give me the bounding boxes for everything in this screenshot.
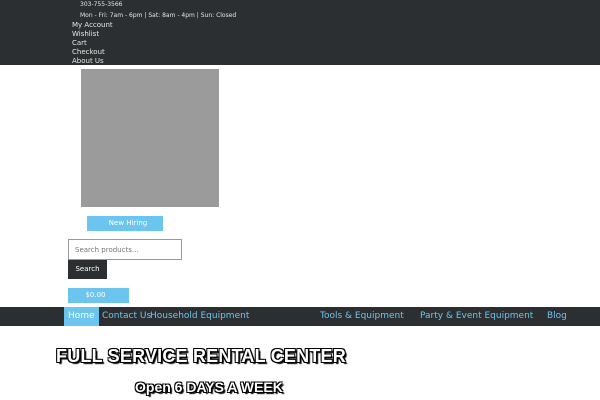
nav-item-tools-and-equipment[interactable]: Tools & Equipment: [320, 307, 408, 326]
phone-number[interactable]: 303-755-3566: [80, 1, 123, 9]
cart-link[interactable]: Cart: [72, 39, 113, 48]
search-input[interactable]: [68, 239, 182, 260]
wishlist-link[interactable]: Wishlist: [72, 30, 113, 39]
nav-item-label: Home: [68, 311, 95, 321]
nav-item-party-event-equipment[interactable]: Party & Event Equipment: [420, 307, 537, 326]
nav-item-label: Blog: [547, 311, 567, 321]
nav-item-contact-us[interactable]: Contact Us: [102, 307, 151, 326]
nav-item-label: Household Equipment: [150, 311, 250, 321]
checkout-link[interactable]: Checkout: [72, 48, 113, 57]
business-hours: Mon - Fri: 7am - 6pm | Sat: 8am - 4pm | …: [80, 12, 237, 19]
new-hiring-label: New Hiring: [108, 219, 148, 227]
nav-item-label: Contact Us: [102, 311, 152, 321]
site-logo[interactable]: [81, 69, 219, 207]
account-links: My Account Wishlist Cart Checkout About …: [72, 21, 113, 66]
about-us-link[interactable]: About Us: [72, 57, 113, 66]
top-bar: 303-755-3566 Mon - Fri: 7am - 6pm | Sat:…: [0, 0, 600, 65]
nav-item-household-equipment[interactable]: Household Equipment: [150, 307, 253, 326]
search-button[interactable]: Search: [68, 260, 107, 279]
cart-total: $0.00: [85, 291, 106, 299]
hero-subtitle: Open 6 DAYS A WEEK: [135, 379, 283, 395]
my-account-link[interactable]: My Account: [72, 21, 113, 30]
new-hiring-button[interactable]: New Hiring: [87, 216, 163, 231]
nav-item-blog[interactable]: Blog: [547, 307, 567, 326]
nav-item-label: Party & Event Equipment: [420, 311, 534, 321]
cart-button[interactable]: $0.00: [68, 288, 129, 303]
nav-item-home[interactable]: Home: [64, 307, 99, 326]
nav-item-label: Tools & Equipment: [320, 311, 404, 321]
hero-title: FULL SERVICE RENTAL CENTER: [56, 346, 346, 366]
main-navigation: Home Contact Us Household Equipment Tool…: [0, 307, 600, 326]
